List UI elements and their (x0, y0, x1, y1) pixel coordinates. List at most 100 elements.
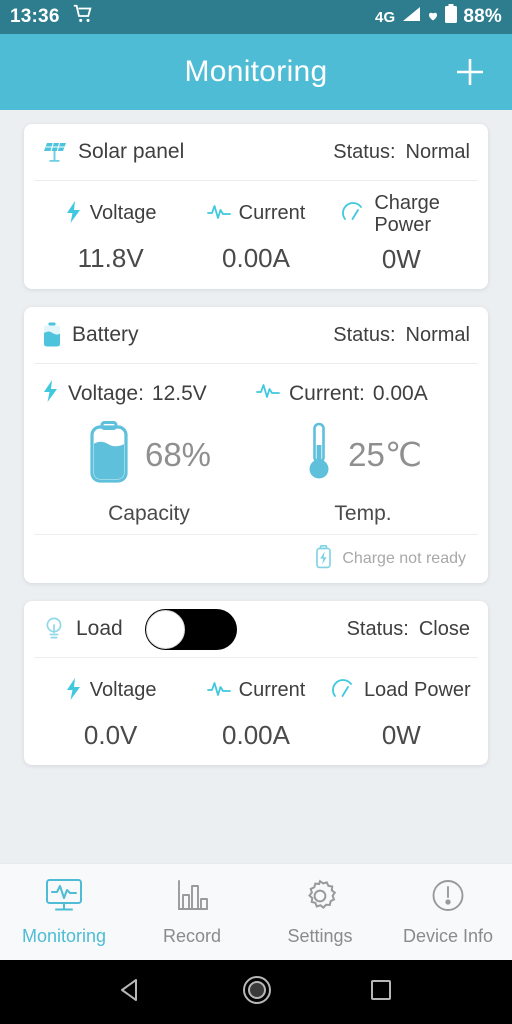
monitor-pulse-icon (44, 878, 84, 919)
nav-label-monitoring: Monitoring (21, 925, 107, 946)
load-toggle-knob (145, 609, 185, 649)
solar-current-label: Current (238, 202, 306, 225)
battery-status-value: Normal (405, 323, 470, 346)
charge-status-text: Charge not ready (342, 550, 466, 568)
waveform-icon (256, 382, 280, 405)
nav-item-device-info[interactable]: Device Info (384, 878, 512, 947)
solar-panel-card-header: Solar panel Status: Normal (34, 124, 478, 181)
nav-item-record[interactable]: Record (128, 878, 256, 947)
solar-panel-title: Solar panel (78, 140, 185, 163)
load-power-label-row: Load Power (332, 670, 471, 712)
solar-panel-status: Status: Normal (278, 118, 470, 187)
load-card[interactable]: Load Status: Close Voltage 0.0V Current … (24, 601, 488, 766)
bolt-icon (42, 380, 59, 407)
charge-battery-icon (315, 544, 332, 574)
battery-percent: 88% (463, 6, 502, 27)
battery-capacity-icon (87, 421, 131, 488)
solar-current-value: 0.00A (222, 243, 290, 273)
status-time: 13:36 (10, 6, 60, 27)
load-current-metric: Current 0.00A (183, 670, 328, 751)
add-device-button[interactable] (450, 52, 490, 92)
status-bar-right: 4G 88% (375, 4, 502, 30)
battery-card-footer: Charge not ready (34, 534, 478, 583)
waveform-icon (206, 203, 231, 226)
load-status-value: Close (418, 617, 470, 640)
battery-temp-top: 25℃ (304, 421, 422, 488)
heart-icon (427, 6, 439, 28)
solar-panel-status-label: Status: (333, 140, 396, 163)
cart-icon (72, 3, 94, 31)
solar-panel-status-value: Normal (405, 140, 470, 163)
load-power-toggle[interactable] (144, 608, 237, 650)
android-navigation-bar (0, 960, 512, 1024)
solar-charge-power-metric: Charge Power 0W (329, 192, 474, 275)
battery-temp-gauge: 25℃ Temp. (256, 421, 470, 526)
load-voltage-metric: Voltage 0.0V (38, 670, 183, 751)
battery-voltage-value: 12.5V (151, 381, 207, 405)
load-power-metric: Load Power 0W (329, 670, 474, 751)
exclamation-circle-icon (428, 878, 468, 919)
battery-status-label: Status: (333, 323, 396, 346)
load-title: Load (76, 617, 123, 641)
nav-label-settings: Settings (287, 925, 353, 946)
solar-current-label-row: Current (206, 193, 306, 235)
network-type: 4G (374, 8, 396, 26)
back-triangle-icon[interactable] (117, 975, 147, 1010)
solar-charge-power-value: 0W (381, 244, 421, 275)
signal-icon (400, 5, 422, 29)
load-status: Status: Close (291, 595, 470, 664)
nav-label-record: Record (162, 925, 222, 946)
battery-capacity-caption: Capacity (108, 502, 190, 526)
load-metrics: Voltage 0.0V Current 0.00A Load Power 0W (34, 658, 478, 765)
gear-icon (301, 878, 339, 919)
battery-temp-value: 25℃ (348, 436, 422, 474)
solar-panel-metrics: Voltage 11.8V Current 0.00A Charge Power… (34, 181, 478, 289)
nav-item-monitoring[interactable]: Monitoring (0, 878, 128, 947)
load-status-label: Status: (346, 617, 409, 640)
solar-charge-power-label-row: Charge Power (342, 192, 460, 236)
solar-voltage-label-row: Voltage (65, 193, 157, 235)
battery-voltage-item: Voltage: 12.5V (42, 380, 256, 407)
recents-square-icon[interactable] (367, 976, 395, 1009)
battery-current-item: Current: 0.00A (256, 380, 470, 407)
app-screen: 13:36 4G 88% Monitoring Solar panel Stat… (0, 0, 512, 1024)
battery-current-text: Current: 0.00A (289, 382, 428, 406)
battery-icon (42, 322, 62, 348)
battery-temp-caption: Temp. (334, 502, 392, 526)
gauge-icon (332, 678, 356, 705)
solar-current-metric: Current 0.00A (183, 193, 328, 275)
solar-voltage-metric: Voltage 11.8V (38, 193, 183, 275)
battery-current-label: Current: (289, 381, 365, 405)
load-voltage-label: Voltage (89, 679, 157, 702)
nav-item-settings[interactable]: Settings (256, 878, 384, 947)
nav-label-device-info: Device Info (402, 925, 494, 946)
status-bar-left: 13:36 (10, 3, 94, 31)
battery-capacity-gauge: 68% Capacity (42, 421, 256, 526)
battery-capacity-top: 68% (87, 421, 211, 488)
home-circle-icon[interactable] (240, 973, 274, 1012)
app-bar: Monitoring (0, 34, 512, 110)
battery-capacity-value: 68% (144, 435, 212, 473)
bolt-icon (65, 200, 82, 228)
main-content: Solar panel Status: Normal Voltage 11.8V (0, 110, 512, 863)
load-voltage-label-row: Voltage (65, 670, 157, 712)
bar-chart-icon (172, 878, 212, 919)
solar-panel-card[interactable]: Solar panel Status: Normal Voltage 11.8V (24, 124, 488, 290)
battery-status: Status: Normal (278, 301, 470, 370)
gauge-icon (342, 201, 366, 228)
battery-title: Battery (72, 323, 139, 347)
load-voltage-value: 0.0V (83, 720, 138, 751)
load-power-value: 0W (381, 720, 421, 751)
load-current-label-row: Current (206, 670, 306, 712)
battery-card[interactable]: Battery Status: Normal Voltage: 12.5V Cu… (24, 307, 488, 584)
status-bar: 13:36 4G 88% (0, 0, 512, 34)
load-card-header: Load Status: Close (34, 601, 478, 659)
page-title: Monitoring (184, 55, 328, 88)
solar-charge-power-label: Charge Power (374, 192, 440, 236)
load-power-label: Load Power (363, 679, 471, 702)
battery-inline-metrics: Voltage: 12.5V Current: 0.00A (34, 364, 478, 413)
bolt-icon (65, 677, 82, 705)
waveform-icon (206, 680, 231, 703)
solar-panel-icon (42, 139, 68, 165)
load-current-label: Current (238, 679, 306, 702)
